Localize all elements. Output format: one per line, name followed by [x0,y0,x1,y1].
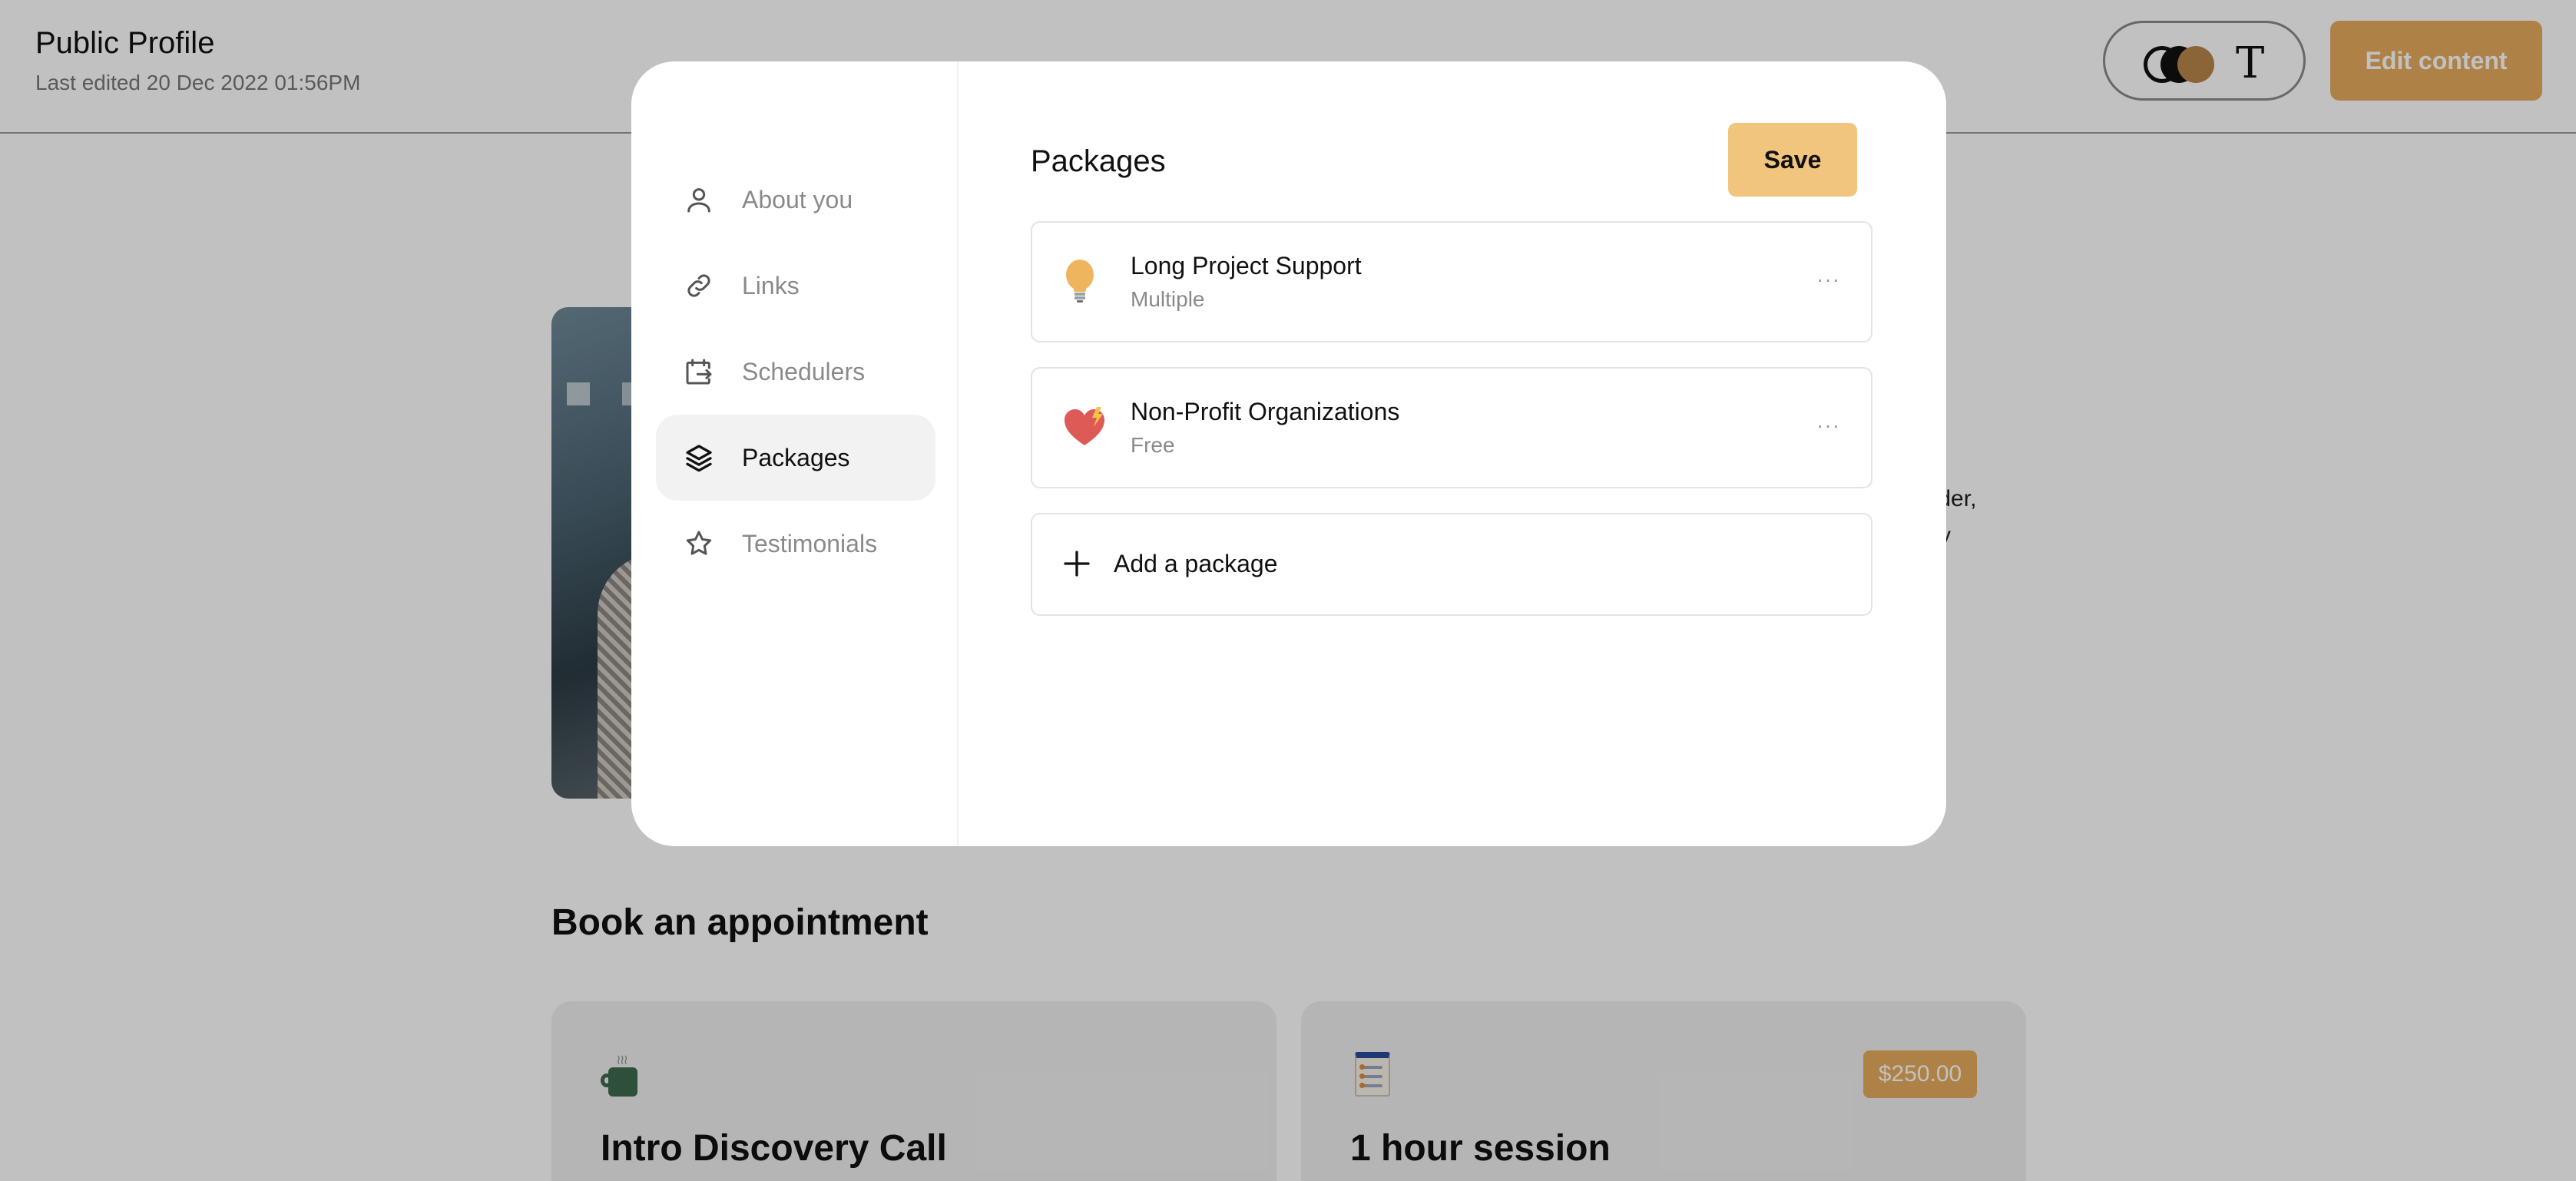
user-icon [687,188,710,213]
modal-content: Packages Save Long Project Support Multi… [960,61,1946,846]
more-options-icon[interactable]: ··· [1816,267,1840,292]
nav-item-schedulers[interactable]: Schedulers [656,329,935,415]
package-item[interactable]: Long Project Support Multiple ··· [1031,221,1872,342]
package-type: Free [1131,433,1175,457]
nav-item-label: Links [742,271,800,299]
nav-item-label: Schedulers [742,357,866,385]
package-name: Long Project Support [1131,252,1362,280]
plus-icon [1064,551,1090,577]
more-options-icon[interactable]: ··· [1816,413,1840,438]
nav-item-label: Packages [742,443,850,471]
nav-item-links[interactable]: Links [656,243,935,329]
modal-sidebar: About you Links Schedulers Packages Test… [631,61,959,846]
package-type: Multiple [1131,287,1205,311]
nav-item-label: Testimonials [742,529,878,557]
layers-icon [686,445,712,472]
nav-item-packages[interactable]: Packages [656,415,935,501]
add-package-label: Add a package [1114,550,1278,577]
nav-item-about-you[interactable]: About you [656,157,935,243]
save-button[interactable]: Save [1728,123,1857,197]
nav-item-label: About you [742,185,853,213]
nav-item-testimonials[interactable]: Testimonials [656,501,935,587]
link-icon [687,274,710,297]
package-item[interactable]: Non-Profit Organizations Free ··· [1031,367,1872,488]
add-package-button[interactable]: Add a package [1031,513,1872,616]
star-icon [686,531,712,555]
calendar-arrow-icon [686,359,712,385]
lightbulb-icon [1066,260,1094,303]
packages-heading: Packages [1031,144,1166,178]
package-name: Non-Profit Organizations [1131,398,1400,425]
edit-content-modal: About you Links Schedulers Packages Test… [631,61,1946,846]
heart-icon [1065,407,1104,445]
